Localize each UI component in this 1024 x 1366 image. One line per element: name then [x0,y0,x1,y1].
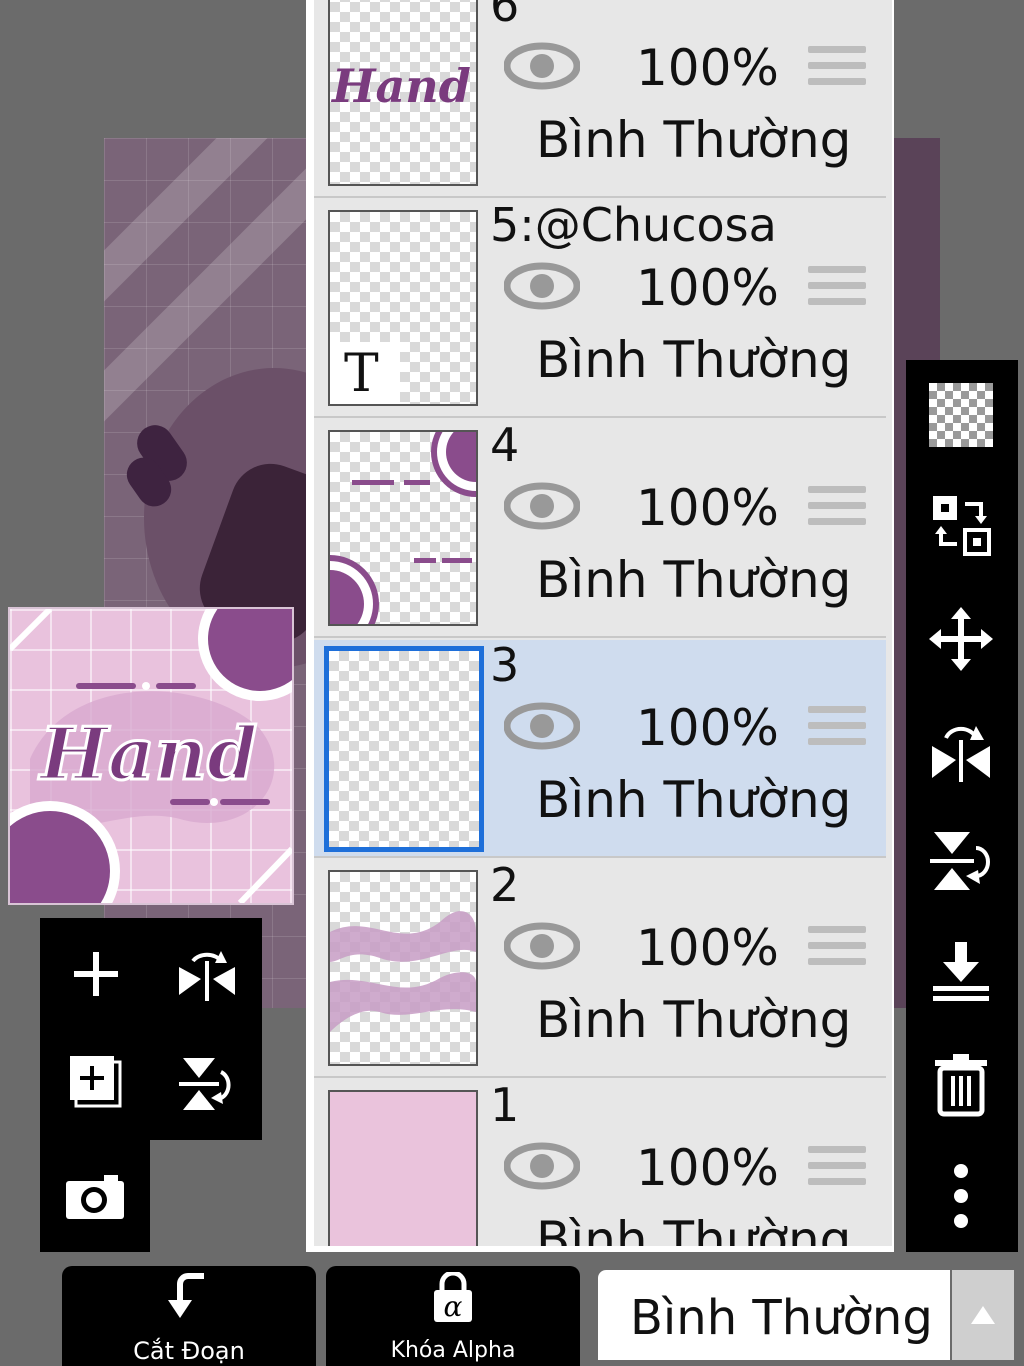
triangle-up-icon [971,1306,995,1324]
flip-horizontal-icon [179,951,235,1001]
alpha-lock-button[interactable]: α Khóa Alpha [326,1266,580,1366]
layer-thumbnail[interactable] [324,646,484,852]
drag-handle-icon[interactable] [808,486,866,528]
layer-row-2[interactable]: 2 100% Bình Thường [314,860,886,1078]
right-tool-palette [906,360,1018,1252]
reference-preview[interactable]: Hand [8,607,294,905]
visibility-eye-icon[interactable] [504,702,580,750]
layer-opacity[interactable]: 100% [636,1140,779,1196]
bottom-toolbar: Cắt Đoạn α Khóa Alpha Bình Thường [0,1256,1024,1366]
lock-icon: α [434,1272,472,1323]
trash-icon [935,1054,987,1117]
flip-horizontal-layer-button[interactable] [926,716,996,786]
more-options-button[interactable] [926,1160,996,1232]
layer-name: 1 [490,1078,520,1132]
layer-6-thumb-art: Hand [330,59,471,113]
layer-opacity[interactable]: 100% [636,480,779,536]
flip-vertical-layer-button[interactable] [926,826,996,896]
layer-blend-mode: Bình Thường [536,991,852,1049]
layers-panel: Hand 6 100% Bình Thường T 5:@Chucosa 100… [306,0,894,1252]
visibility-eye-icon[interactable] [504,262,580,310]
layer-opacity[interactable]: 100% [636,40,779,96]
clipping-button[interactable]: Cắt Đoạn [62,1266,316,1366]
blend-mode-dropdown-button[interactable] [952,1270,1014,1360]
layer-name: 2 [490,858,520,912]
layer-blend-mode: Bình Thường [536,331,852,389]
add-layer-button[interactable] [64,942,128,1006]
svg-text:Hand: Hand [330,59,471,113]
move-arrows-icon [929,607,993,671]
layer-thumbnail[interactable]: Hand [328,0,478,186]
duplicate-layer-button[interactable] [64,1052,128,1116]
blend-mode-value: Bình Thường [630,1290,933,1346]
visibility-eye-icon[interactable] [504,922,580,970]
layer-row-3[interactable]: 3 100% Bình Thường [314,640,886,858]
layer-blend-mode: Bình Thường [536,551,852,609]
preview-hand-text: Hand [38,711,257,796]
move-layer-button[interactable] [926,604,996,674]
drag-handle-icon[interactable] [808,706,866,748]
transparency-button[interactable] [926,382,996,448]
layer-2-thumb-art [330,911,476,1032]
camera-import-button[interactable] [62,1164,128,1228]
layer-thumbnail[interactable] [328,1090,478,1246]
clipping-label: Cắt Đoạn [133,1337,245,1365]
layer-row-4[interactable]: 4 100% Bình Thường [314,420,886,638]
layer-thumbnail[interactable] [328,870,478,1066]
layers-list[interactable]: Hand 6 100% Bình Thường T 5:@Chucosa 100… [314,0,892,1246]
merge-down-icon [933,942,989,1001]
layer-opacity[interactable]: 100% [636,260,779,316]
duplicate-layer-icon [70,1056,122,1108]
layer-name: 5:@Chucosa [490,198,777,252]
swap-icon [933,496,991,556]
layer-blend-mode: Bình Thường [536,771,852,829]
visibility-eye-icon[interactable] [504,482,580,530]
checkerboard-icon [929,383,993,447]
flip-vertical-icon [930,832,990,890]
alpha-symbol: α [444,1290,463,1323]
layer-4-thumb-art [330,432,476,624]
more-vertical-icon [954,1164,968,1228]
flip-horizontal-button[interactable] [172,942,242,1006]
swap-layers-button[interactable] [926,490,996,560]
camera-icon [66,1175,124,1219]
layer-name: 4 [490,418,520,472]
drag-handle-icon[interactable] [808,1146,866,1188]
text-layer-icon: T [344,344,379,404]
plus-icon [74,952,118,996]
layer-row-1[interactable]: 1 100% Bình Thường [314,1080,886,1246]
layer-thumbnail[interactable]: T [328,210,478,406]
drag-handle-icon[interactable] [808,266,866,308]
layer-name: 3 [490,638,520,692]
preview-artwork: Hand [10,609,292,903]
left-tool-palette [40,918,262,1140]
layer-opacity[interactable]: 100% [636,920,779,976]
flip-vertical-icon [179,1058,231,1110]
visibility-eye-icon[interactable] [504,1142,580,1190]
layer-name: 6 [490,0,520,32]
alpha-lock-label: Khóa Alpha [390,1338,516,1363]
drag-handle-icon[interactable] [808,46,866,88]
drag-handle-icon[interactable] [808,926,866,968]
merge-down-button[interactable] [926,936,996,1006]
layer-row-6[interactable]: Hand 6 100% Bình Thường [314,0,886,198]
left-tool-palette-lower [40,1140,150,1252]
delete-layer-button[interactable] [926,1050,996,1120]
layer-blend-mode: Bình Thường [536,1211,852,1246]
clip-arrow-icon [168,1273,204,1318]
visibility-eye-icon[interactable] [504,42,580,90]
layer-thumbnail[interactable] [328,430,478,626]
layer-opacity[interactable]: 100% [636,700,779,756]
blend-mode-select[interactable]: Bình Thường [598,1270,950,1360]
flip-horizontal-icon [932,726,990,782]
flip-vertical-button[interactable] [172,1052,242,1116]
layer-row-5[interactable]: T 5:@Chucosa 100% Bình Thường [314,200,886,418]
layer-blend-mode: Bình Thường [536,111,852,169]
